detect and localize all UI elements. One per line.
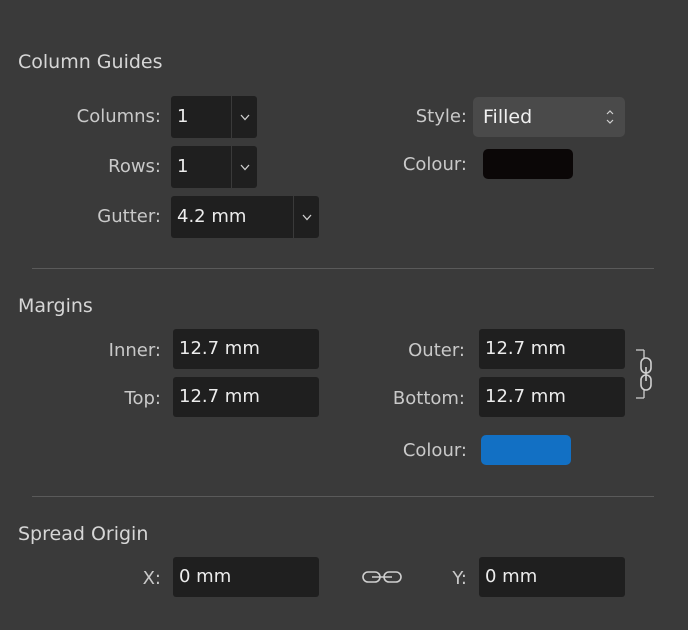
divider: [32, 268, 654, 269]
chevron-down-icon: [240, 164, 249, 170]
rows-dropdown-button[interactable]: [231, 146, 257, 188]
inner-input[interactable]: 12.7 mm: [173, 329, 319, 369]
rows-combo[interactable]: 1: [171, 146, 257, 188]
chain-link-icon: [362, 571, 402, 583]
style-select-value: Filled: [483, 106, 533, 128]
vertical-chain-link-icon: [636, 349, 652, 399]
y-label: Y:: [452, 568, 467, 589]
rows-value[interactable]: 1: [171, 146, 231, 188]
outer-label: Outer:: [408, 340, 465, 361]
x-label: X:: [142, 568, 161, 589]
gutter-value[interactable]: 4.2 mm: [171, 196, 293, 238]
margins-link-button[interactable]: [634, 348, 658, 400]
gutter-combo[interactable]: 4.2 mm: [171, 196, 319, 238]
margins-title: Margins: [18, 295, 93, 317]
outer-input[interactable]: 12.7 mm: [479, 329, 625, 369]
column-guides-title: Column Guides: [18, 51, 163, 73]
x-input[interactable]: 0 mm: [173, 557, 319, 597]
style-select[interactable]: Filled: [473, 97, 625, 137]
column-colour-label: Colour:: [402, 154, 467, 175]
spread-origin-link-button[interactable]: [361, 567, 403, 587]
gutter-dropdown-button[interactable]: [293, 196, 319, 238]
margin-colour-label: Colour:: [402, 440, 467, 461]
columns-value[interactable]: 1: [171, 96, 231, 138]
spread-origin-title: Spread Origin: [18, 523, 149, 545]
top-label: Top:: [124, 388, 161, 409]
columns-combo[interactable]: 1: [171, 96, 257, 138]
gutter-label: Gutter:: [97, 206, 161, 227]
top-input[interactable]: 12.7 mm: [173, 377, 319, 417]
chevron-down-icon: [240, 114, 249, 120]
columns-label: Columns:: [76, 106, 161, 127]
chevron-down-icon: [302, 214, 311, 220]
up-down-chevron-icon: [606, 110, 614, 124]
margin-colour-swatch[interactable]: [481, 435, 571, 465]
divider: [32, 496, 654, 497]
columns-dropdown-button[interactable]: [231, 96, 257, 138]
rows-label: Rows:: [108, 156, 161, 177]
bottom-input[interactable]: 12.7 mm: [479, 377, 625, 417]
inner-label: Inner:: [108, 340, 161, 361]
y-input[interactable]: 0 mm: [479, 557, 625, 597]
style-label: Style:: [415, 106, 467, 127]
column-colour-swatch[interactable]: [483, 149, 573, 179]
bottom-label: Bottom:: [392, 388, 465, 409]
